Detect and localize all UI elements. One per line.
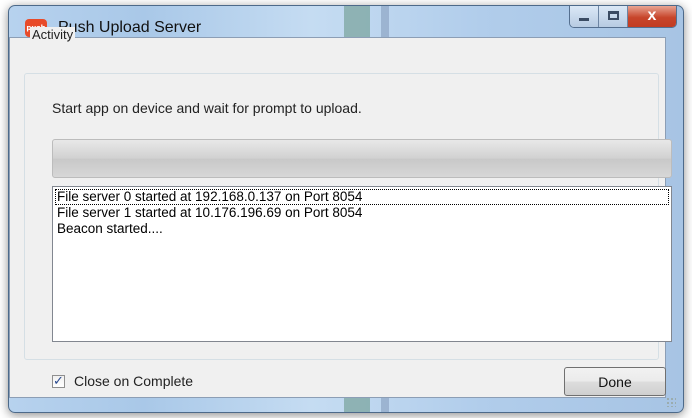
- maximize-button[interactable]: [599, 6, 628, 27]
- maximize-icon: [608, 11, 619, 20]
- caption-buttons: x: [569, 6, 677, 28]
- close-on-complete-label[interactable]: Close on Complete: [74, 373, 193, 389]
- close-icon: x: [647, 7, 657, 24]
- activity-legend: Activity: [30, 27, 76, 42]
- window-title: Push Upload Server: [58, 19, 202, 36]
- minimize-button[interactable]: [570, 6, 599, 27]
- log-lines: File server 0 started at 192.168.0.137 o…: [55, 189, 669, 237]
- done-button[interactable]: Done: [564, 367, 666, 396]
- log-line[interactable]: File server 1 started at 10.176.196.69 o…: [55, 205, 669, 221]
- activity-log[interactable]: File server 0 started at 192.168.0.137 o…: [52, 186, 672, 342]
- minimize-icon: [579, 18, 589, 21]
- close-on-complete-checkbox[interactable]: ✓: [52, 372, 65, 388]
- log-line[interactable]: File server 0 started at 192.168.0.137 o…: [55, 189, 669, 205]
- resize-grip-icon[interactable]: [666, 397, 676, 407]
- check-icon: ✓: [53, 372, 64, 388]
- close-on-complete-option[interactable]: ✓ Close on Complete: [52, 373, 193, 389]
- close-button[interactable]: x: [628, 6, 676, 27]
- upload-progress-bar: [52, 139, 672, 178]
- log-line[interactable]: Beacon started....: [55, 221, 669, 237]
- instruction-text: Start app on device and wait for prompt …: [52, 100, 362, 116]
